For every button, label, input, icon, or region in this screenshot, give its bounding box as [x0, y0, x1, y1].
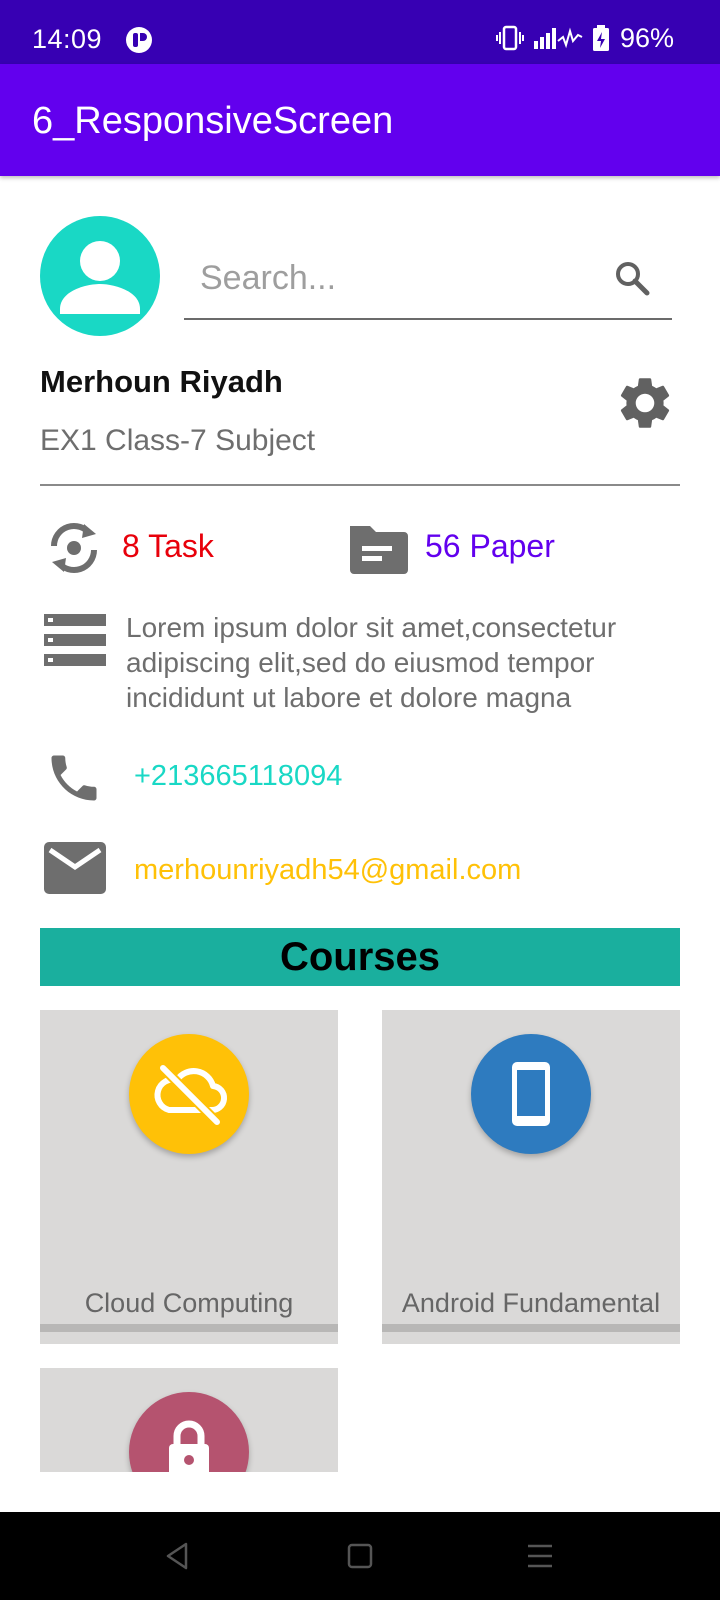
avatar[interactable]	[40, 216, 160, 336]
course-label: Cloud Computing	[84, 1288, 294, 1318]
task-count: 8 Task	[122, 528, 214, 564]
divider	[40, 484, 680, 486]
profile-name: Merhoun Riyadh	[40, 364, 283, 399]
vibrate-icon	[495, 25, 524, 51]
course-icon-circle	[129, 1392, 249, 1472]
phone-number[interactable]: +213665118094	[134, 760, 342, 793]
paper-count: 56 Paper	[425, 528, 555, 564]
search-input[interactable]	[184, 240, 604, 316]
course-label: Android Fundamental	[401, 1288, 661, 1318]
gear-icon[interactable]	[614, 372, 676, 434]
battery-percent: 96%	[619, 22, 674, 53]
course-icon-circle	[129, 1034, 249, 1154]
notification-app-icon	[126, 27, 152, 53]
home-icon[interactable]	[342, 1538, 378, 1574]
courses-header: Courses	[40, 928, 680, 986]
email-address[interactable]: merhounriyadh54@gmail.com	[134, 854, 521, 887]
lock-icon	[169, 1420, 209, 1472]
folder-icon	[350, 526, 408, 574]
search-bar	[184, 240, 672, 320]
mail-icon	[44, 842, 106, 894]
back-icon[interactable]	[160, 1538, 196, 1574]
card-bottom-bar	[382, 1324, 680, 1332]
course-card-security[interactable]	[40, 1368, 338, 1472]
person-icon	[60, 241, 140, 314]
search-icon[interactable]	[612, 258, 652, 298]
phone-android-icon	[512, 1062, 550, 1126]
app-title: 6_ResponsiveScreen	[32, 100, 394, 142]
courses-title: Courses	[279, 935, 441, 979]
profile-subtitle: EX1 Class-7 Subject	[40, 424, 316, 457]
description-text: Lorem ipsum dolor sit amet,consectetur a…	[126, 612, 617, 713]
cloud-off-icon	[154, 1064, 227, 1126]
status-icons: 96%	[495, 22, 674, 54]
storage-icon	[44, 614, 106, 666]
phone-icon	[51, 755, 97, 801]
status-bar: 14:09 96%	[0, 0, 720, 64]
navigation-bar	[0, 1512, 720, 1600]
status-time: 14:09	[32, 24, 103, 54]
course-card-cloud-computing[interactable]: Cloud Computing	[40, 1010, 338, 1344]
menu-icon[interactable]	[522, 1538, 558, 1574]
course-icon-circle	[471, 1034, 591, 1154]
signal-icon	[533, 27, 583, 49]
card-bottom-bar	[40, 1324, 338, 1332]
battery-icon	[592, 25, 609, 51]
course-card-android-fundamental[interactable]: Android Fundamental	[382, 1010, 680, 1344]
sync-icon	[51, 523, 97, 573]
app-bar: 6_ResponsiveScreen	[0, 64, 720, 176]
